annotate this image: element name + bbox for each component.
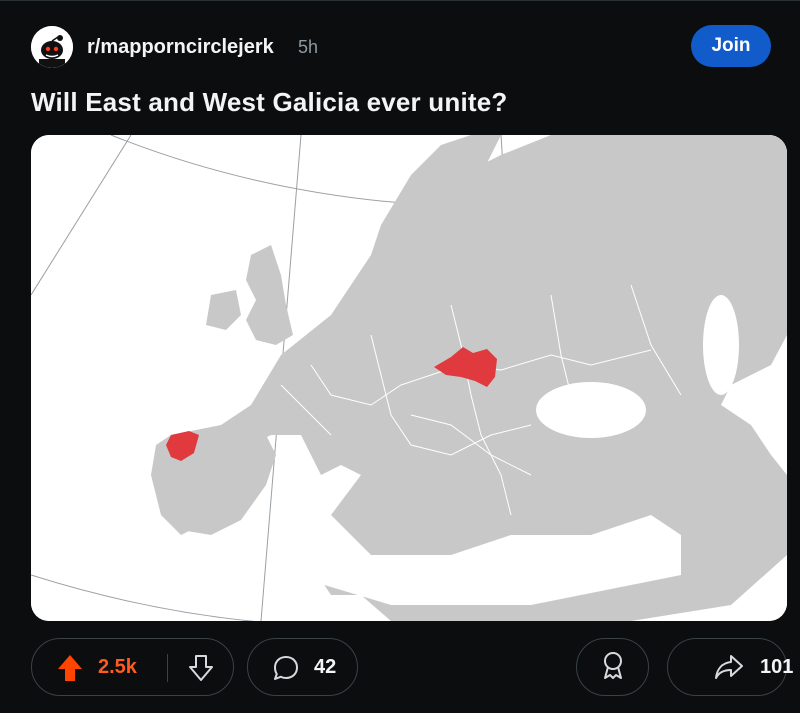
award-icon <box>599 650 627 685</box>
share-count: 101 <box>760 656 794 678</box>
vote-pill: 2.5k <box>31 638 234 696</box>
caspian-sea <box>703 295 739 395</box>
comment-count: 42 <box>314 656 337 678</box>
top-divider <box>0 0 800 1</box>
join-button[interactable]: Join <box>691 25 771 67</box>
comments-button[interactable]: 42 <box>247 638 358 696</box>
comment-icon <box>272 654 300 687</box>
subreddit-avatar[interactable] <box>31 26 73 68</box>
post-header: r/mapporncirclejerk 5h Join <box>31 22 771 70</box>
upvote-icon[interactable] <box>56 653 84 688</box>
award-button[interactable] <box>576 638 649 696</box>
subreddit-avatar-icon <box>31 26 73 68</box>
vote-separator <box>167 654 168 682</box>
post-image-map[interactable] <box>31 135 787 621</box>
europe-map <box>31 135 787 621</box>
subreddit-name[interactable]: r/mapporncirclejerk <box>87 36 274 59</box>
upvote-count: 2.5k <box>98 656 137 678</box>
share-icon <box>714 653 744 686</box>
black-sea <box>536 382 646 438</box>
downvote-icon[interactable] <box>187 653 215 688</box>
post-actions: 2.5k 42 101 <box>31 638 793 698</box>
post-age: 5h <box>298 37 319 57</box>
post-title[interactable]: Will East and West Galicia ever unite? <box>31 87 507 118</box>
share-button[interactable]: 101 <box>667 638 793 696</box>
